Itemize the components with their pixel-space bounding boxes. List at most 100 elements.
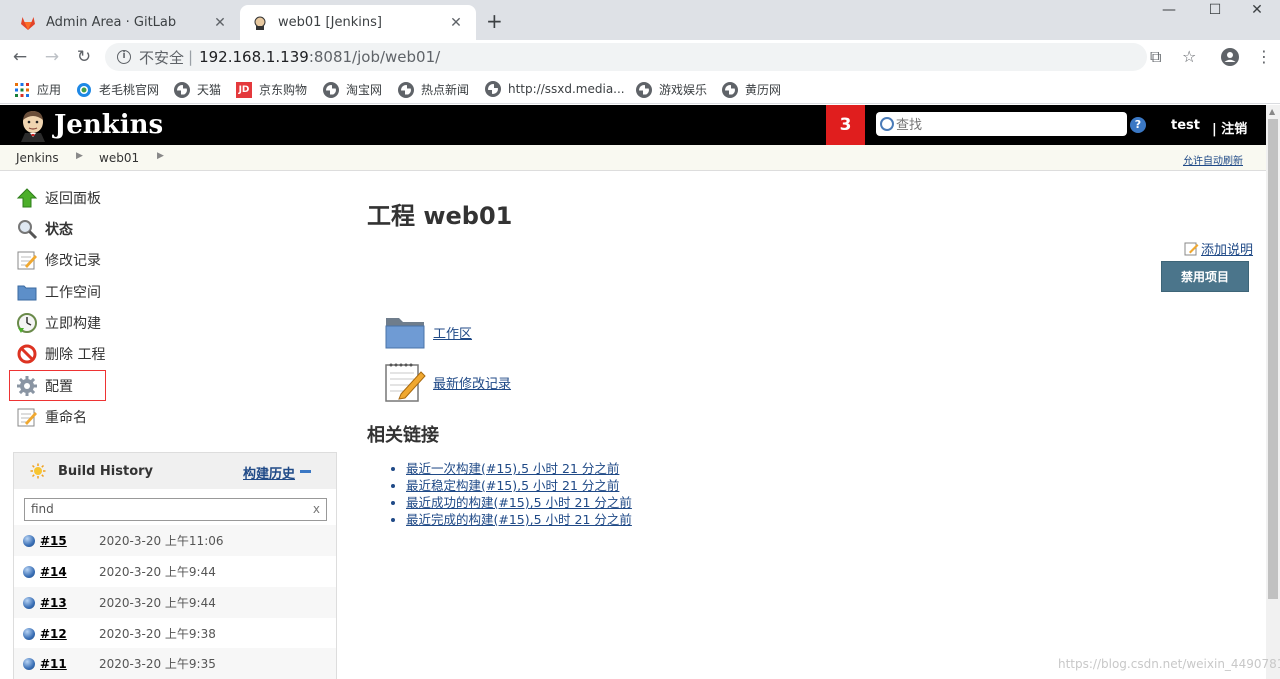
scroll-up-icon[interactable]: ▲: [1269, 107, 1275, 116]
search-box[interactable]: [876, 112, 1127, 136]
build-trend-link[interactable]: 构建历史: [243, 463, 295, 482]
profile-icon[interactable]: [1220, 47, 1240, 67]
minimize-icon[interactable]: —: [1146, 2, 1192, 18]
close-icon[interactable]: ✕: [212, 15, 228, 31]
add-description-link[interactable]: 添加说明: [1184, 239, 1253, 258]
bookmark-laomaotao[interactable]: 老毛桃官网: [76, 81, 159, 98]
build-number-link[interactable]: #12: [40, 627, 67, 641]
close-window-icon[interactable]: ✕: [1234, 2, 1280, 18]
notepad-icon: [385, 363, 426, 402]
page-scrollbar[interactable]: ▲: [1266, 105, 1280, 679]
back-icon[interactable]: ←: [8, 45, 32, 69]
breadcrumb-web01[interactable]: web01: [99, 151, 139, 165]
task-changes[interactable]: 修改记录: [16, 248, 101, 272]
workspace-link[interactable]: 工作区: [433, 323, 472, 342]
build-number-link[interactable]: #15: [40, 534, 67, 548]
task-label: 删除 工程: [45, 347, 106, 363]
info-icon[interactable]: i: [117, 50, 131, 64]
menu-icon[interactable]: ⋮: [1256, 47, 1272, 66]
disable-project-button[interactable]: 禁用项目: [1161, 261, 1249, 292]
last-completed-build-link[interactable]: 最近完成的构建(#15),5 小时 21 分之前: [406, 512, 632, 527]
bookmark-label: 老毛桃官网: [99, 83, 160, 97]
task-back-to-dashboard[interactable]: 返回面板: [16, 186, 101, 210]
build-row: #12 2020-3-20 上午9:38: [14, 618, 336, 649]
jenkins-header: Jenkins 3 ? test | 注销: [0, 105, 1266, 145]
task-workspace[interactable]: 工作空间: [16, 280, 101, 304]
status-ball-icon[interactable]: [23, 596, 35, 609]
reload-icon[interactable]: ↻: [72, 45, 96, 69]
bookmark-tmall[interactable]: 天猫: [174, 81, 221, 98]
task-build-now[interactable]: 立即构建: [16, 311, 101, 335]
breadcrumb: Jenkins ▶ web01 ▶ 允许自动刷新: [0, 145, 1266, 171]
task-label: 工作空间: [45, 285, 101, 301]
build-date: 2020-3-20 上午9:35: [99, 657, 216, 671]
related-links-list: 最近一次构建(#15),5 小时 21 分之前 最近稳定构建(#15),5 小时…: [394, 458, 632, 527]
build-number-link[interactable]: #14: [40, 565, 67, 579]
status-ball-icon[interactable]: [23, 565, 35, 578]
task-configure[interactable]: 配置: [16, 374, 73, 398]
status-ball-icon[interactable]: [23, 627, 35, 640]
task-delete-project[interactable]: 删除 工程: [16, 342, 105, 366]
breadcrumb-jenkins[interactable]: Jenkins: [16, 151, 59, 165]
clear-filter-icon[interactable]: x: [313, 499, 320, 520]
last-build-link[interactable]: 最近一次构建(#15),5 小时 21 分之前: [406, 461, 619, 476]
close-icon[interactable]: ✕: [448, 15, 464, 31]
build-history-widget: Build History 构建历史 find x #15 2020-3-20 …: [13, 452, 337, 679]
last-stable-build-link[interactable]: 最近稳定构建(#15),5 小时 21 分之前: [406, 478, 619, 493]
build-date: 2020-3-20 上午9:44: [99, 565, 216, 579]
forward-icon[interactable]: →: [40, 45, 64, 69]
bookmark-ssxd[interactable]: http://ssxd.media...: [485, 81, 625, 97]
bookmark-huangli[interactable]: 黄历网: [722, 81, 781, 98]
gitlab-icon: [21, 16, 35, 30]
list-item: 最近一次构建(#15),5 小时 21 分之前: [406, 458, 632, 476]
last-successful-build-link[interactable]: 最近成功的构建(#15),5 小时 21 分之前: [406, 495, 632, 510]
recent-changes-item: 最新修改记录: [383, 360, 511, 404]
folder-icon: [17, 285, 37, 301]
tab-gitlab[interactable]: Admin Area · GitLab ✕: [8, 5, 240, 40]
tab-jenkins[interactable]: web01 [Jenkins] ✕: [240, 5, 476, 40]
logout-link[interactable]: | 注销: [1212, 118, 1247, 137]
bookmark-label: http://ssxd.media...: [508, 82, 625, 96]
bookmark-news[interactable]: 热点新闻: [398, 81, 469, 98]
breadcrumb-arrow-icon[interactable]: ▶: [157, 151, 164, 161]
bookmark-apps[interactable]: 应用: [14, 81, 61, 98]
task-rename[interactable]: 重命名: [16, 405, 87, 429]
bookmark-label: 游戏娱乐: [659, 83, 708, 97]
collapse-icon[interactable]: [300, 470, 311, 473]
address-bar[interactable]: i 不安全 | 192.168.1.139:8081/job/web01/: [105, 43, 1147, 71]
site-icon: [77, 82, 91, 97]
breadcrumb-arrow-icon[interactable]: ▶: [76, 151, 83, 161]
edit-icon: [1184, 242, 1199, 256]
build-row: #11 2020-3-20 上午9:35: [14, 648, 336, 679]
search-icon: [880, 117, 894, 131]
new-tab-icon[interactable]: +: [486, 9, 503, 33]
status-ball-icon[interactable]: [23, 657, 35, 670]
bookmark-taobao[interactable]: 淘宝网: [323, 81, 382, 98]
notepad-icon: [17, 408, 37, 427]
jenkins-logo[interactable]: Jenkins: [16, 108, 163, 142]
build-filter-input[interactable]: find x: [24, 498, 327, 521]
notification-badge[interactable]: 3: [826, 105, 865, 145]
build-number-link[interactable]: #13: [40, 596, 67, 610]
maximize-icon[interactable]: ☐: [1192, 2, 1238, 18]
auto-refresh-link[interactable]: 允许自动刷新: [1183, 152, 1243, 167]
recent-changes-link[interactable]: 最新修改记录: [433, 373, 511, 392]
bookmark-label: 淘宝网: [346, 83, 383, 97]
help-icon[interactable]: ?: [1130, 117, 1146, 133]
scrollbar-thumb[interactable]: [1268, 119, 1278, 599]
insecure-label: 不安全: [139, 48, 185, 67]
bookmark-star-icon[interactable]: ☆: [1182, 47, 1196, 66]
translate-icon[interactable]: ⧉: [1150, 47, 1161, 67]
status-ball-icon[interactable]: [23, 534, 35, 547]
add-description-label: 添加说明: [1201, 243, 1254, 258]
sun-icon: [30, 463, 46, 479]
build-number-link[interactable]: #11: [40, 657, 67, 671]
bookmark-games[interactable]: 游戏娱乐: [636, 81, 707, 98]
search-input[interactable]: [896, 116, 1116, 132]
build-history-title: Build History: [58, 464, 154, 479]
user-link[interactable]: test: [1171, 118, 1200, 133]
task-status[interactable]: 状态: [16, 217, 73, 241]
bookmark-jd[interactable]: JD 京东购物: [236, 81, 307, 98]
globe-icon: [174, 81, 190, 98]
tab-title: Admin Area · GitLab: [46, 15, 177, 30]
